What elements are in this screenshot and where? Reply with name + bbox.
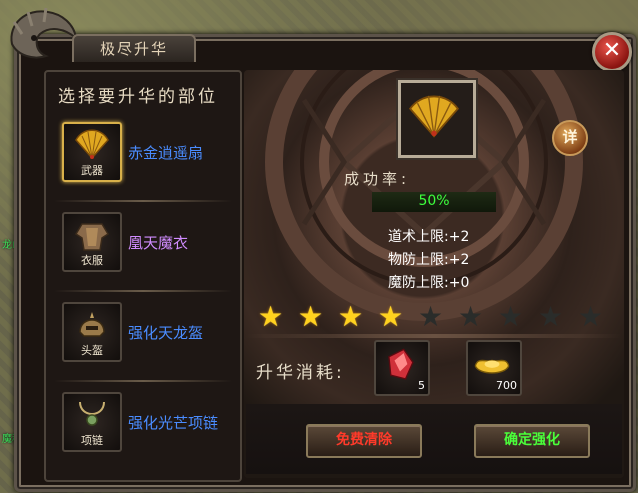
slot-list-heading: 选择要升华的部位 (58, 87, 218, 107)
cost-count: 700 (496, 379, 517, 392)
cost-label: 升华消耗: (256, 363, 345, 383)
golden-fan-icon (408, 95, 460, 138)
cost-count: 5 (418, 379, 425, 392)
star-filled-icon: ★ (258, 300, 284, 333)
helmet-icon (79, 312, 105, 337)
detail-button[interactable]: 详 (552, 120, 588, 156)
item-name: 强化光芒项链 (128, 414, 219, 432)
slot-label: 项链 (81, 434, 103, 447)
slot-frame: 头盔 (62, 302, 122, 362)
divider (54, 380, 232, 382)
slot-label: 衣服 (81, 254, 103, 267)
red-crystal-icon (388, 348, 414, 380)
success-rate-label: 成功率: (344, 170, 411, 188)
item-name: 强化天龙盔 (128, 324, 204, 342)
free-clear-button[interactable]: 免费清除 (306, 424, 422, 458)
close-button[interactable]: ✕ (592, 32, 632, 72)
divider (54, 200, 232, 202)
stat-magic-def-max: 魔防上限:+0 (388, 275, 470, 291)
slot-frame: 项链 (62, 392, 122, 452)
slot-label: 头盔 (81, 344, 103, 357)
upgrade-star-rating: ★ ★ ★ ★ ★ ★ ★ ★ ★ (258, 302, 610, 332)
slot-item-weapon[interactable]: 武器 赤金逍遥扇 (54, 116, 232, 202)
star-empty-icon: ★ (538, 300, 564, 333)
golden-fan-icon (75, 129, 109, 160)
stat-taoist-max: 道术上限:+2 (388, 229, 470, 245)
selected-item-slot (398, 80, 476, 158)
star-empty-icon: ★ (458, 300, 484, 333)
slot-frame: 衣服 (62, 212, 122, 272)
slot-label: 武器 (81, 164, 103, 177)
item-name: 凰天魔衣 (128, 234, 189, 252)
slot-frame: 武器 (62, 122, 122, 182)
star-empty-icon: ★ (498, 300, 524, 333)
confirm-upgrade-button[interactable]: 确定强化 (474, 424, 590, 458)
slot-item-necklace[interactable]: 项链 强化光芒项链 (54, 386, 232, 472)
success-rate-value: 50% (418, 193, 450, 209)
star-empty-icon: ★ (578, 300, 604, 333)
star-filled-icon: ★ (338, 300, 364, 333)
item-name: 赤金逍遥扇 (128, 144, 204, 162)
cost-slot-crystal[interactable]: 5 (374, 340, 430, 396)
stat-physical-def-max: 物防上限:+2 (388, 252, 470, 268)
armor-icon (74, 223, 110, 251)
star-filled-icon: ★ (298, 300, 324, 333)
star-filled-icon: ★ (378, 300, 404, 333)
cost-slot-gold[interactable]: 700 (466, 340, 522, 396)
divider (246, 334, 622, 338)
window-title: 极尽升华 (72, 34, 196, 62)
slot-item-armor[interactable]: 衣服 凰天魔衣 (54, 206, 232, 292)
star-empty-icon: ★ (418, 300, 444, 333)
divider (54, 290, 232, 292)
slot-item-helmet[interactable]: 头盔 强化天龙盔 (54, 296, 232, 382)
necklace-icon (79, 401, 105, 426)
